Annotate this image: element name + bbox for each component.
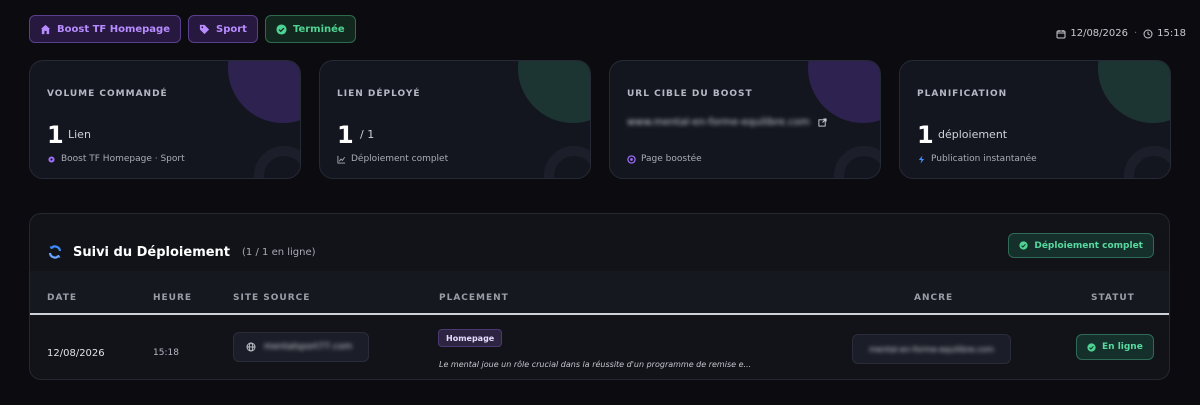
card-planification: PLANIFICATION 1 déploiement Publication … <box>899 60 1171 179</box>
card-sub: Publication instantanée <box>917 154 1037 164</box>
placement-excerpt: Le mental joue un rôle crucial dans la r… <box>439 360 752 369</box>
check-circle-icon <box>276 23 287 35</box>
card-decoration-ring <box>254 146 300 178</box>
column-placement[interactable]: PLACEMENT <box>439 293 509 303</box>
column-site-source[interactable]: SITE SOURCE <box>233 293 310 303</box>
header-date: 12/08/2026 <box>1070 28 1128 39</box>
tag-boost-homepage[interactable]: Boost TF Homepage <box>29 15 181 43</box>
panel-header: Suivi du Déploiement (1 / 1 en ligne) <box>47 244 316 260</box>
column-ancre[interactable]: ANCRE <box>914 293 953 303</box>
card-unit: Lien <box>68 128 91 141</box>
check-circle-icon <box>1087 342 1096 352</box>
row-heure: 15:18 <box>153 348 179 358</box>
header-separator: · <box>1133 28 1138 39</box>
card-url: URL CIBLE DU BOOST www.mental-en-forme-e… <box>609 60 881 179</box>
home-icon <box>40 24 51 34</box>
card-sub: Boost TF Homepage · Sport <box>47 154 185 164</box>
placement-tag: Homepage <box>438 329 503 347</box>
row-date: 12/08/2026 <box>47 348 105 359</box>
card-sub-text: Boost TF Homepage · Sport <box>61 154 185 164</box>
card-sub-text: Publication instantanée <box>931 154 1037 164</box>
row-anchor[interactable]: mental-en-forme-equilibre.com <box>852 334 1011 364</box>
card-value: 1 <box>47 121 64 149</box>
row-status-label: En ligne <box>1102 342 1143 352</box>
card-decoration <box>808 61 880 123</box>
tag-label: Terminée <box>292 23 345 35</box>
tag-label: Boost TF Homepage <box>57 23 170 35</box>
card-label: PLANIFICATION <box>917 89 1008 99</box>
card-decoration-ring <box>834 146 880 178</box>
column-heure[interactable]: HEURE <box>153 293 192 303</box>
card-value: 1 <box>337 121 354 149</box>
gear-icon <box>48 155 55 163</box>
row-anchor-text[interactable]: mental-en-forme-equilibre.com <box>869 345 994 354</box>
tag-sport[interactable]: Sport <box>188 15 258 43</box>
row-source-site-url[interactable]: mentalsport77.com <box>264 342 352 352</box>
card-link: LIEN DÉPLOYÉ 1 / 1 Déploiement complet <box>319 60 591 179</box>
tag-row: Boost TF Homepage Sport Terminée <box>29 15 356 43</box>
check-circle-icon <box>1019 241 1028 250</box>
target-icon <box>627 154 636 164</box>
card-unit: déploiement <box>938 128 1008 141</box>
card-label: VOLUME COMMANDÉ <box>47 89 168 99</box>
tag-label: Sport <box>216 23 247 35</box>
header-time: 15:18 <box>1157 28 1186 39</box>
card-label: LIEN DÉPLOYÉ <box>337 89 421 99</box>
card-decoration <box>1098 61 1170 123</box>
card-decoration <box>518 61 590 123</box>
globe-icon <box>246 342 256 352</box>
row-source-site[interactable]: mentalsport77.com <box>233 332 369 362</box>
calendar-icon <box>1056 29 1066 38</box>
card-url-link[interactable]: www.mental-en-forme-equilibre.com <box>627 117 827 128</box>
tag-status-terminee[interactable]: Terminée <box>264 15 356 43</box>
card-sub-text: Déploiement complet <box>351 154 449 164</box>
sync-icon <box>48 245 62 259</box>
external-link-icon[interactable] <box>818 118 827 127</box>
row-status-badge: En ligne <box>1076 334 1154 360</box>
tag-icon <box>199 24 210 34</box>
deployment-badge-label: Déploiement complet <box>1034 240 1143 251</box>
card-decoration-ring <box>544 146 590 178</box>
panel-title: Suivi du Déploiement <box>73 244 231 260</box>
target-url[interactable]: www.mental-en-forme-equilibre.com <box>627 117 810 128</box>
card-sub-text: Page boostée <box>641 154 702 164</box>
panel-count: (1 / 1 en ligne) <box>242 246 316 258</box>
deployment-status-badge: Déploiement complet <box>1008 233 1154 258</box>
table-header: DATE HEURE SITE SOURCE PLACEMENT ANCRE S… <box>30 271 1169 315</box>
card-decoration-ring <box>1124 146 1170 178</box>
card-value: 1 <box>917 121 934 149</box>
card-volume: VOLUME COMMANDÉ 1 Lien Boost TF Homepage… <box>29 60 301 179</box>
column-statut[interactable]: STATUT <box>1091 293 1135 303</box>
card-decoration <box>228 61 300 123</box>
card-sub: Page boostée <box>627 154 702 164</box>
clock-icon <box>1143 29 1153 38</box>
chart-icon <box>337 155 346 164</box>
column-date[interactable]: DATE <box>47 293 77 303</box>
card-unit: / 1 <box>360 128 375 141</box>
lightning-icon <box>918 154 925 164</box>
header-datetime: 12/08/2026 · 15:18 <box>1056 28 1186 39</box>
deployment-panel: Suivi du Déploiement (1 / 1 en ligne) Dé… <box>29 213 1170 380</box>
card-sub: Déploiement complet <box>337 154 448 164</box>
card-label: URL CIBLE DU BOOST <box>627 89 753 99</box>
